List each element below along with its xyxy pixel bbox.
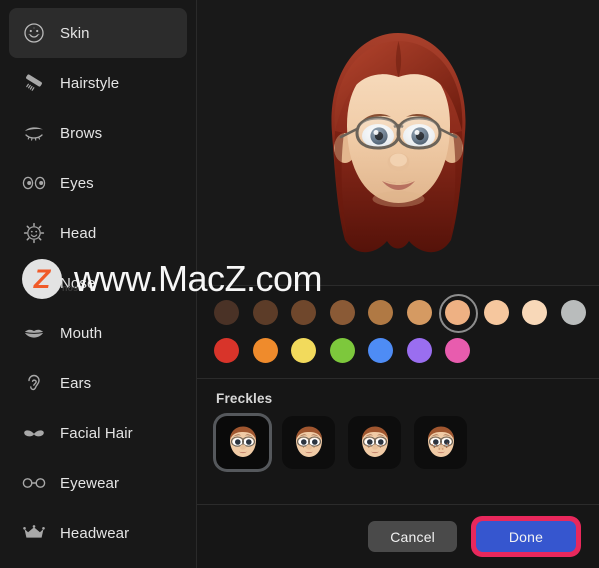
sidebar-item-eyewear[interactable]: Eyewear: [9, 458, 187, 508]
done-button-highlight: Done: [471, 516, 581, 557]
done-button[interactable]: Done: [476, 521, 576, 552]
glasses-icon: [21, 470, 47, 496]
skin-tone-swatch-selected[interactable]: [439, 293, 478, 333]
sidebar-item-skin[interactable]: Skin: [9, 8, 187, 58]
sidebar-item-label: Facial Hair: [60, 424, 133, 442]
sidebar-item-label: Nose: [60, 274, 96, 292]
crown-icon: [21, 520, 47, 546]
sidebar-item-brows[interactable]: Brows: [9, 108, 187, 158]
sidebar-item-nose[interactable]: Nose: [9, 258, 187, 308]
head-icon: [21, 220, 47, 246]
sidebar-item-label: Head: [60, 224, 97, 242]
freckles-section: Freckles: [197, 379, 599, 504]
sidebar-item-label: Brows: [60, 124, 103, 142]
sidebar-item-eyes[interactable]: Eyes: [9, 158, 187, 208]
accent-color-row: [214, 334, 599, 366]
skin-tone-swatch[interactable]: [329, 299, 355, 325]
sidebar-item-label: Eyes: [60, 174, 94, 192]
sidebar-item-ears[interactable]: Ears: [9, 358, 187, 408]
eyebrow-icon: [21, 120, 47, 146]
sidebar-item-label: Hairstyle: [60, 74, 120, 92]
skin-tone-swatch[interactable]: [483, 299, 509, 325]
freckles-option-heavy[interactable]: [414, 416, 467, 469]
accent-color-swatch[interactable]: [368, 337, 393, 363]
sidebar-item-label: Headwear: [60, 524, 130, 542]
skin-tone-swatch[interactable]: [214, 299, 239, 325]
skin-tone-swatch[interactable]: [560, 299, 586, 325]
face-smile-icon: [21, 20, 47, 46]
mustache-icon: [21, 420, 47, 446]
cancel-button[interactable]: Cancel: [368, 521, 457, 552]
sidebar-item-label: Ears: [60, 374, 92, 392]
skin-tone-swatch[interactable]: [368, 299, 393, 325]
freckles-title: Freckles: [216, 391, 273, 406]
sidebar-item-label: Eyewear: [60, 474, 120, 492]
avatar-preview-area: [197, 0, 599, 285]
editor-main-panel: Freckles Cancel Done: [197, 0, 599, 568]
accent-color-swatch[interactable]: [214, 337, 239, 363]
freckles-option-light[interactable]: [282, 416, 335, 469]
sidebar-item-head[interactable]: Head: [9, 208, 187, 258]
dialog-action-bar: Cancel Done: [197, 504, 599, 568]
lips-icon: [21, 320, 47, 346]
category-sidebar: Skin Hairstyle Brows Eyes Head Nose Mout…: [0, 0, 197, 568]
memoji-avatar[interactable]: [291, 15, 506, 270]
sidebar-item-hairstyle[interactable]: Hairstyle: [9, 58, 187, 108]
accent-color-swatch[interactable]: [329, 337, 355, 363]
comb-icon: [21, 70, 47, 96]
freckles-option-medium[interactable]: [348, 416, 401, 469]
color-swatch-area: [197, 286, 599, 378]
sidebar-item-label: Skin: [60, 24, 90, 42]
freckles-option-none[interactable]: [216, 416, 269, 469]
skin-tone-swatch[interactable]: [522, 299, 547, 325]
accent-color-swatch[interactable]: [406, 337, 432, 363]
skin-tone-swatch[interactable]: [406, 299, 432, 325]
ear-icon: [21, 370, 47, 396]
accent-color-swatch[interactable]: [291, 337, 316, 363]
sidebar-item-headwear[interactable]: Headwear: [9, 508, 187, 558]
freckles-options: [216, 416, 599, 469]
accent-color-swatch[interactable]: [445, 337, 470, 363]
memoji-editor-window: Skin Hairstyle Brows Eyes Head Nose Mout…: [0, 0, 599, 568]
eyes-icon: [21, 170, 47, 196]
accent-color-swatch[interactable]: [252, 337, 278, 363]
skin-tone-swatch[interactable]: [291, 299, 316, 325]
sidebar-item-facial-hair[interactable]: Facial Hair: [9, 408, 187, 458]
nose-icon: [21, 270, 47, 296]
sidebar-item-mouth[interactable]: Mouth: [9, 308, 187, 358]
skin-tone-swatch[interactable]: [252, 299, 278, 325]
sidebar-item-label: Mouth: [60, 324, 103, 342]
skin-tone-row: [214, 293, 599, 333]
